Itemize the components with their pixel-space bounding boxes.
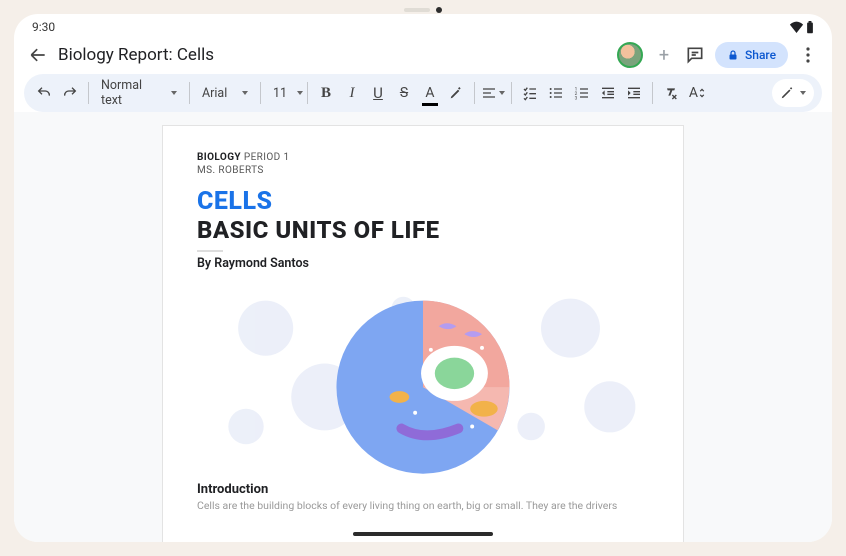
battery-icon bbox=[806, 21, 814, 34]
numbered-list-button[interactable]: 123 bbox=[570, 79, 594, 107]
doc-teacher: MS. ROBERTS bbox=[197, 165, 264, 176]
document-title[interactable]: Biology Report: Cells bbox=[58, 45, 214, 65]
italic-button[interactable]: I bbox=[340, 79, 364, 107]
doc-period: PERIOD 1 bbox=[244, 152, 290, 163]
svg-text:3: 3 bbox=[575, 96, 578, 101]
font-select[interactable]: Arial bbox=[196, 86, 254, 101]
text-color-button[interactable]: A bbox=[418, 79, 442, 107]
indent-increase-button[interactable] bbox=[622, 79, 646, 107]
back-button[interactable] bbox=[28, 45, 48, 65]
cell-illustration bbox=[187, 279, 659, 476]
lock-icon bbox=[727, 49, 739, 61]
toolbar: Normal text Arial 11 B I U S A 123 bbox=[24, 74, 822, 112]
status-time: 9:30 bbox=[32, 20, 55, 34]
highlight-button[interactable] bbox=[444, 79, 468, 107]
underline-button[interactable]: U bbox=[366, 79, 390, 107]
body-text: Cells are the building blocks of every l… bbox=[197, 499, 649, 511]
more-menu-button[interactable] bbox=[798, 47, 818, 63]
clear-formatting-button[interactable] bbox=[659, 79, 683, 107]
share-label: Share bbox=[745, 48, 776, 62]
font-size-select[interactable]: 11 bbox=[267, 86, 301, 101]
title-bar: Biology Report: Cells + Share bbox=[14, 38, 832, 74]
avatar[interactable] bbox=[617, 42, 643, 68]
page[interactable]: BIOLOGY PERIOD 1 MS. ROBERTS CELLS BASIC… bbox=[163, 126, 683, 542]
undo-button[interactable] bbox=[32, 79, 56, 107]
strikethrough-button[interactable]: S bbox=[392, 79, 416, 107]
share-button[interactable]: Share bbox=[715, 42, 788, 68]
chevron-down-icon bbox=[242, 91, 248, 95]
chevron-down-icon bbox=[499, 91, 505, 95]
section-heading: Introduction bbox=[197, 482, 649, 497]
document-canvas[interactable]: BIOLOGY PERIOD 1 MS. ROBERTS CELLS BASIC… bbox=[14, 112, 832, 542]
style-select[interactable]: Normal text bbox=[95, 78, 183, 108]
comments-button[interactable] bbox=[685, 45, 705, 65]
bold-button[interactable]: B bbox=[314, 79, 338, 107]
doc-byline: By Raymond Santos bbox=[197, 256, 649, 271]
add-collaborator-button[interactable]: + bbox=[653, 45, 675, 66]
indent-decrease-button[interactable] bbox=[596, 79, 620, 107]
wifi-icon bbox=[789, 21, 804, 33]
chevron-down-icon bbox=[171, 91, 177, 95]
nav-handle[interactable] bbox=[353, 532, 493, 536]
chevron-down-icon bbox=[800, 91, 806, 95]
bulleted-list-button[interactable] bbox=[544, 79, 568, 107]
doc-heading-1: CELLS bbox=[197, 187, 649, 216]
doc-heading-2: BASIC UNITS OF LIFE bbox=[197, 216, 649, 244]
redo-button[interactable] bbox=[58, 79, 82, 107]
chevron-down-icon bbox=[297, 91, 303, 95]
divider bbox=[197, 250, 223, 252]
align-button[interactable] bbox=[481, 79, 505, 107]
format-options-button[interactable]: A bbox=[685, 79, 709, 107]
doc-course: BIOLOGY bbox=[197, 152, 241, 163]
pen-tool-button[interactable] bbox=[772, 79, 814, 107]
checklist-button[interactable] bbox=[518, 79, 542, 107]
status-bar: 9:30 bbox=[14, 14, 832, 38]
